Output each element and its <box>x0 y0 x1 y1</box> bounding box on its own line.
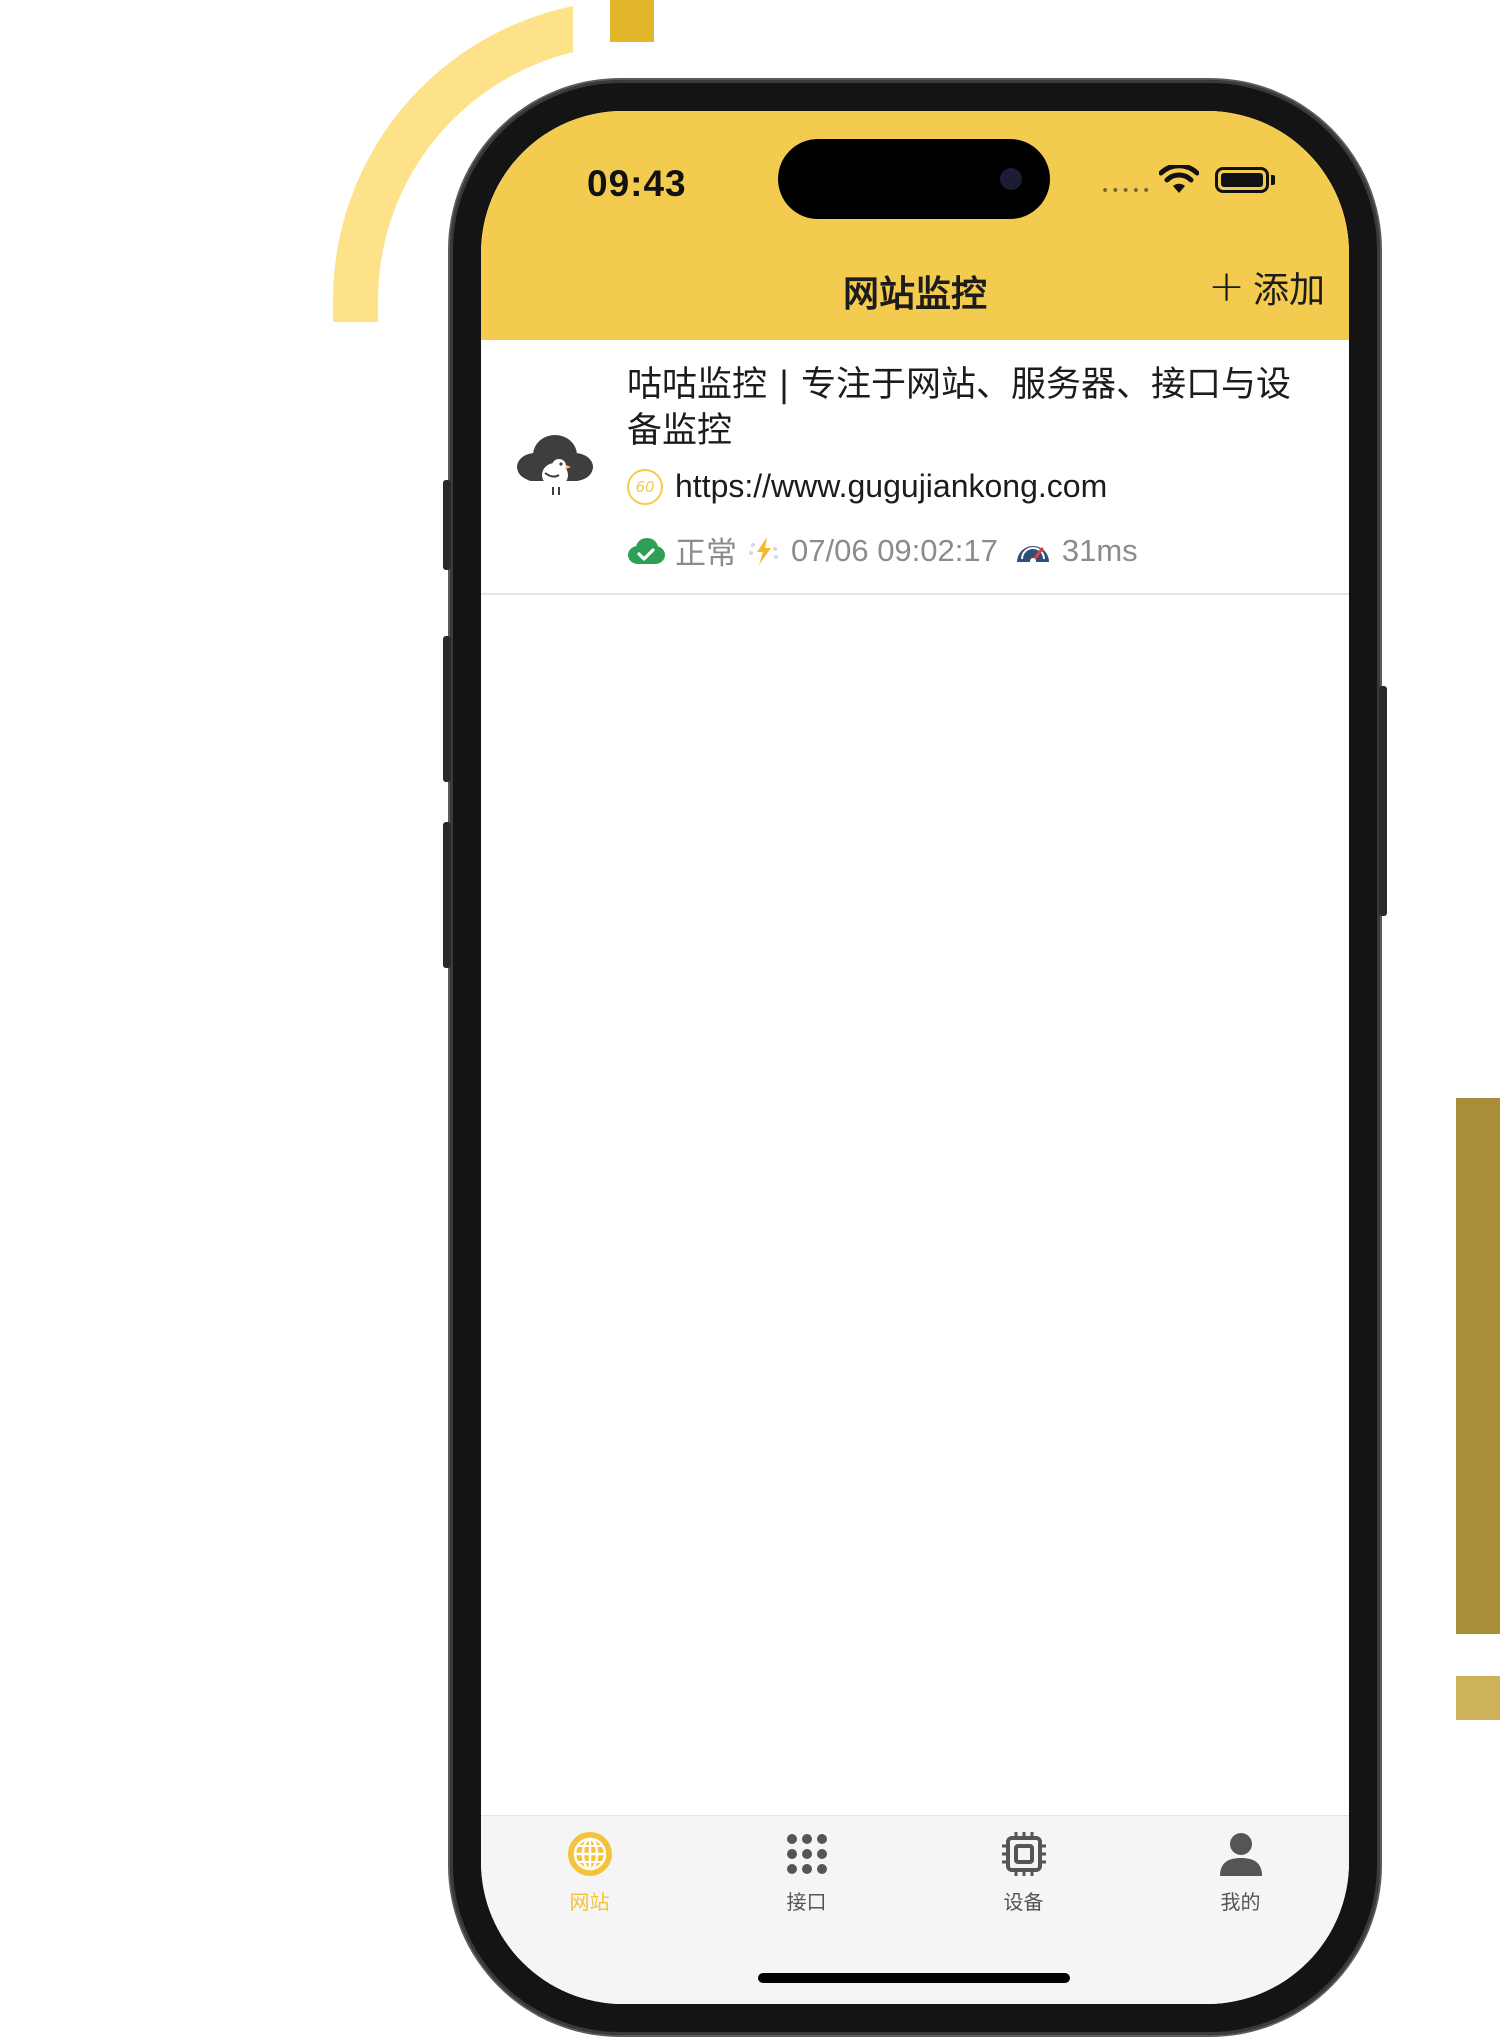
add-button[interactable]: + 添加 <box>1208 261 1325 313</box>
wifi-icon <box>1159 165 1199 193</box>
camera-icon <box>1000 168 1022 190</box>
monitor-url-row: 60 https://www.gugujiankong.com <box>627 468 1107 505</box>
decorative-block-right <box>1456 1676 1500 1720</box>
decorative-bar-right <box>1456 1098 1500 1634</box>
plus-icon: + <box>1208 261 1245 312</box>
cloud-bird-logo <box>517 435 593 495</box>
action-button <box>443 480 451 570</box>
tab-website[interactable]: 网站 <box>481 1830 698 1915</box>
monitor-meta-row: 正常 07/06 09:02:17 31ms <box>627 528 1138 573</box>
person-icon <box>1219 1833 1262 1876</box>
signal-dots-icon: ••••• <box>1101 183 1153 199</box>
volume-down-button <box>443 822 451 968</box>
interval-icon: 60 <box>627 468 663 505</box>
dynamic-island <box>778 139 1050 219</box>
monitor-title: 咕咕监控 | 专注于网站、服务器、接口与设备监控 <box>627 365 1292 451</box>
tab-label: 接口 <box>786 1890 827 1914</box>
globe-icon <box>567 1832 612 1876</box>
volume-up-button <box>443 636 451 782</box>
lightning-icon <box>749 536 778 565</box>
monitor-url: https://www.gugujiankong.com <box>675 468 1108 504</box>
cloud-check-icon <box>628 537 665 564</box>
status-time: 09:43 <box>587 163 687 204</box>
tab-label: 网站 <box>569 1890 610 1914</box>
chip-icon <box>1001 1832 1046 1876</box>
grid-dots-icon <box>786 1834 827 1874</box>
status-text: 正常 <box>675 536 737 571</box>
battery-tip <box>1271 175 1275 185</box>
power-button <box>1379 686 1387 916</box>
tab-label: 设备 <box>1003 1890 1044 1914</box>
tab-device[interactable]: 设备 <box>915 1830 1132 1915</box>
tab-me[interactable]: 我的 <box>1132 1830 1349 1915</box>
decorative-block-top <box>610 0 654 42</box>
tab-label: 我的 <box>1220 1890 1261 1914</box>
home-indicator[interactable] <box>758 1973 1070 1983</box>
screen: 09:43 ••••• 网站监控 + 添加 咕咕监控 | 专注于网站、服务器、接… <box>481 111 1349 2004</box>
monitor-list-item[interactable]: 咕咕监控 | 专注于网站、服务器、接口与设备监控 60 https://www.… <box>481 340 1349 595</box>
nav-header: 09:43 ••••• 网站监控 + 添加 <box>481 111 1349 340</box>
battery-icon <box>1215 167 1269 193</box>
response-time: 31ms <box>1061 532 1138 568</box>
tab-api[interactable]: 接口 <box>698 1830 915 1915</box>
add-button-label: 添加 <box>1252 270 1325 311</box>
last-check-time: 07/06 09:02:17 <box>791 532 998 568</box>
speedometer-icon <box>1016 545 1049 564</box>
